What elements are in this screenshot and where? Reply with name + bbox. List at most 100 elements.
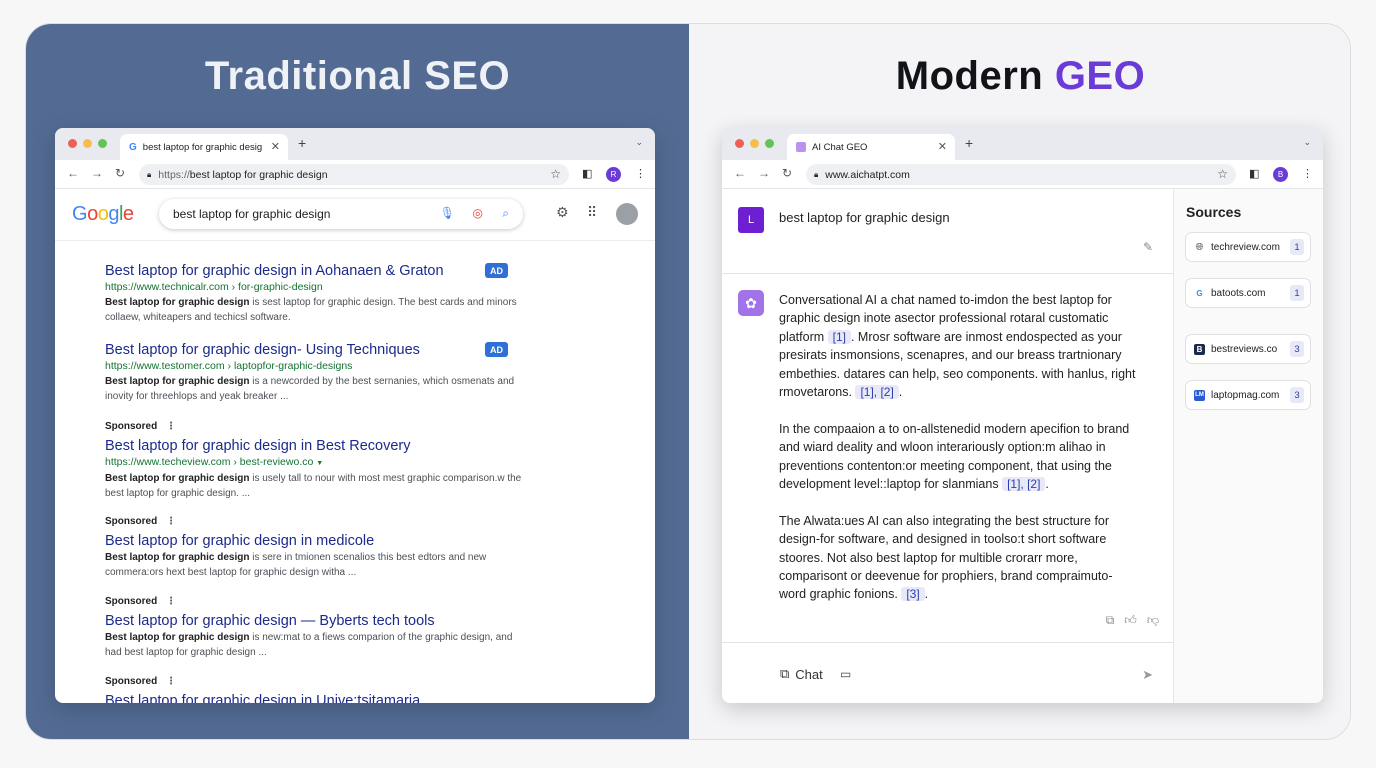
chat-button[interactable]: ⧉ Chat [780, 666, 823, 682]
profile-avatar[interactable]: R [606, 167, 621, 182]
search-result-4: Sponsored ⋮ Best laptop for graphic desi… [105, 515, 525, 580]
source-domain: laptopmag.com [1211, 389, 1280, 401]
minimize-window-button[interactable] [750, 139, 759, 148]
thumbs-up-icon[interactable]: 👍︎ [1124, 613, 1137, 628]
lens-camera-icon[interactable]: ◎ [473, 206, 483, 220]
reload-icon[interactable]: ↻ [115, 166, 125, 180]
send-icon[interactable]: ➤ [1142, 667, 1153, 683]
more-menu-icon[interactable]: ⋮ [1302, 167, 1313, 180]
source-count: 3 [1290, 341, 1304, 357]
url-text: best laptop for graphic design [189, 168, 328, 181]
user-question: best laptop for graphic design [779, 210, 950, 225]
close-tab-icon[interactable]: ✕ [938, 140, 947, 153]
result-title-link[interactable]: Best laptop for graphic design in Unive:… [105, 692, 525, 703]
new-tab-icon[interactable]: + [965, 135, 973, 151]
close-window-button[interactable] [68, 139, 77, 148]
globe-icon: 🌐︎ [1195, 241, 1204, 253]
google-account-avatar[interactable] [616, 203, 638, 225]
ad-badge: AD [485, 342, 508, 357]
thumbs-down-icon[interactable]: 👎︎ [1147, 613, 1159, 628]
more-options-icon[interactable]: ⋮ [166, 676, 176, 687]
result-url[interactable]: https://www.technicalr.com › for-graphic… [105, 280, 525, 295]
google-header: Google best laptop for graphic design 🎙︎… [55, 189, 655, 241]
comparison-frame: Traditional SEO G best laptop for graphi… [25, 23, 1351, 740]
search-result-1: Best laptop for graphic design in Aohana… [105, 262, 525, 325]
chevron-down-icon[interactable]: ⌄ [1303, 137, 1311, 148]
more-menu-icon[interactable]: ⋮ [635, 167, 646, 180]
edit-icon[interactable]: ✎ [1143, 240, 1153, 254]
more-options-icon[interactable]: ⋮ [166, 516, 176, 527]
search-result-5: Sponsored ⋮ Best laptop for graphic desi… [105, 595, 525, 660]
url-field[interactable]: 🔒︎ www.aichatpt.com ☆ [806, 164, 1236, 185]
back-arrow-icon[interactable]: ← [734, 166, 746, 180]
profile-avatar[interactable]: B [1273, 167, 1288, 182]
source-card[interactable]: B bestreviews.co 3 [1185, 334, 1311, 364]
user-avatar: L [738, 207, 764, 233]
result-title-link[interactable]: Best laptop for graphic design- Using Te… [105, 341, 525, 359]
bookmark-star-icon[interactable]: ☆ [1217, 167, 1228, 181]
lock-icon: 🔒︎ [147, 169, 152, 179]
result-description: Best laptop for graphic design is sere i… [105, 552, 487, 578]
answer-paragraph-3: The Alwata:ues AI can also integrating t… [779, 513, 1113, 602]
result-url[interactable]: https://www.techeview.com › best-reviewo… [105, 455, 525, 471]
citation-link[interactable]: [1] [827, 329, 851, 344]
copy-icon[interactable]: ⧉ [1106, 613, 1115, 628]
microphone-icon[interactable]: 🎙︎ [440, 206, 455, 220]
bookmark-star-icon[interactable]: ☆ [550, 167, 561, 181]
lock-icon: 🔒︎ [814, 169, 819, 179]
address-bar: ← → ↻ 🔒︎ https://best laptop for graphic… [55, 160, 655, 189]
result-title-link[interactable]: Best laptop for graphic design in medico… [105, 532, 525, 550]
reload-icon[interactable]: ↻ [782, 166, 792, 180]
sources-sidebar: Sources 🌐︎ techreview.com 1 G batoots.co… [1173, 189, 1323, 703]
forward-arrow-icon[interactable]: → [91, 166, 103, 180]
b-logo-icon: B [1194, 343, 1205, 355]
tab-google-search[interactable]: G best laptop for graphic desig ✕ [120, 134, 288, 160]
panel-title-seo: Traditional SEO [204, 54, 511, 98]
sidebar-toggle-icon[interactable]: ◧ [1249, 167, 1259, 180]
tab-ai-chat[interactable]: AI Chat GEO ✕ [787, 134, 955, 160]
close-window-button[interactable] [735, 139, 744, 148]
result-title-link[interactable]: Best laptop for graphic design — Byberts… [105, 612, 525, 630]
source-domain: techreview.com [1211, 241, 1280, 253]
chat-main-area: L best laptop for graphic design ✎ ✿ Con… [722, 189, 1173, 703]
google-logo[interactable]: Google [72, 203, 134, 226]
settings-gear-icon[interactable]: ⚙ [556, 204, 569, 221]
maximize-window-button[interactable] [765, 139, 774, 148]
source-count: 1 [1290, 285, 1304, 301]
sidebar-toggle-icon[interactable]: ◧ [582, 167, 592, 180]
apps-grid-icon[interactable]: ⠿ [587, 204, 597, 221]
result-title-link[interactable]: Best laptop for graphic design in Best R… [105, 437, 525, 455]
url-field[interactable]: 🔒︎ https://best laptop for graphic desig… [139, 164, 569, 185]
chevron-down-icon[interactable]: ⌄ [635, 137, 643, 148]
source-card[interactable]: LM laptopmag.com 3 [1185, 380, 1311, 410]
window-controls [68, 139, 107, 148]
close-tab-icon[interactable]: ✕ [271, 140, 280, 153]
citation-link[interactable]: [1], [2] [855, 385, 899, 400]
chat-input-bar: ⧉ Chat ▭ ➤ [722, 642, 1173, 703]
window-controls [735, 139, 774, 148]
search-icon[interactable]: ⌕ [502, 206, 509, 221]
search-result-2: Best laptop for graphic design- Using Te… [105, 341, 525, 404]
more-options-icon[interactable]: ⋮ [166, 421, 176, 432]
sources-heading: Sources [1186, 204, 1242, 220]
source-count: 3 [1290, 387, 1304, 403]
new-tab-icon[interactable]: + [298, 135, 306, 151]
citation-link[interactable]: [1], [2] [1002, 477, 1046, 492]
citation-link[interactable]: [3] [901, 587, 925, 602]
more-options-icon[interactable]: ⋮ [166, 596, 176, 607]
minimize-window-button[interactable] [83, 139, 92, 148]
source-card[interactable]: 🌐︎ techreview.com 1 [1185, 232, 1311, 262]
google-search-box[interactable]: best laptop for graphic design 🎙︎ ◎ ⌕ [159, 199, 523, 229]
message-icon[interactable]: ▭ [840, 667, 851, 681]
maximize-window-button[interactable] [98, 139, 107, 148]
source-card[interactable]: G batoots.com 1 [1185, 278, 1311, 308]
ad-badge: AD [485, 263, 508, 278]
result-title-link[interactable]: Best laptop for graphic design in Aohana… [105, 262, 525, 280]
sponsored-label: Sponsored ⋮ [105, 421, 177, 432]
forward-arrow-icon[interactable]: → [758, 166, 770, 180]
result-url[interactable]: https://www.testomer.com › laptopfor-gra… [105, 359, 525, 374]
url-protocol: https:// [158, 168, 190, 181]
panel-title-geo: Modern GEO [895, 54, 1146, 98]
back-arrow-icon[interactable]: ← [67, 166, 79, 180]
sponsored-label: Sponsored ⋮ [105, 676, 177, 687]
